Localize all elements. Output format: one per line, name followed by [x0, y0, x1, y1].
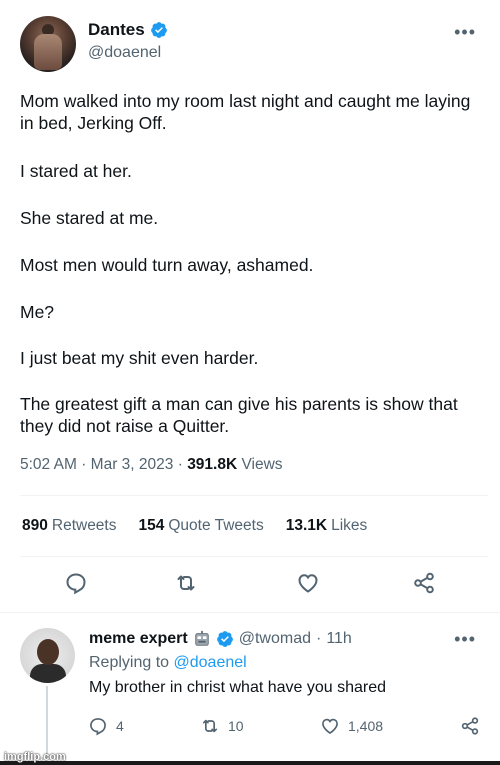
- avatar[interactable]: [20, 628, 75, 683]
- likes-stat[interactable]: 13.1K Likes: [286, 517, 368, 535]
- bottom-bar: [0, 761, 500, 765]
- like-icon[interactable]: [296, 571, 320, 595]
- likes-label: Likes: [331, 517, 368, 534]
- tweet-paragraph: I stared at her.: [20, 161, 132, 181]
- quotes-label: Quote Tweets: [168, 517, 264, 534]
- tweet-paragraph: Me?: [20, 302, 55, 322]
- reply-icon: [90, 718, 106, 736]
- reply-likes[interactable]: 1,408: [320, 716, 383, 736]
- tweet-paragraph: Most men would turn away, ashamed.: [20, 255, 314, 275]
- tweet-time[interactable]: 5:02 AM: [20, 456, 77, 473]
- author-handle[interactable]: @doaenel: [88, 44, 168, 62]
- divider: [20, 556, 488, 557]
- retweets-count: 890: [22, 517, 48, 534]
- avatar-shirt: [30, 664, 66, 683]
- retweets-label: Retweets: [51, 517, 117, 534]
- reply-text: My brother in christ what have you share…: [89, 679, 387, 696]
- meta-separator: ·: [81, 456, 87, 473]
- author-name-row[interactable]: Dantes: [88, 20, 168, 40]
- quotes-count: 154: [138, 517, 165, 534]
- author-block: Dantes @doaenel: [88, 20, 168, 62]
- robot-emoji-icon: [194, 630, 209, 646]
- meta-separator: ·: [315, 630, 322, 647]
- views-label: Views: [241, 456, 283, 473]
- tweet-paragraph: She stared at me.: [20, 208, 159, 228]
- reply-author-row: meme expert @twomad · 11h: [89, 630, 352, 648]
- tweet-actions: [0, 571, 500, 601]
- reply-actions: 4 10 1,408: [0, 713, 500, 741]
- replying-mention[interactable]: @doaenel: [174, 654, 247, 671]
- tweet-paragraph: Mom walked into my room last night and c…: [20, 91, 471, 133]
- like-icon: [322, 718, 338, 735]
- verified-badge-icon: [216, 631, 233, 647]
- retweet-icon: [202, 719, 218, 733]
- reply-replies[interactable]: 4: [88, 716, 124, 736]
- reply-share[interactable]: [460, 716, 480, 736]
- retweets-stat[interactable]: 890 Retweets: [22, 517, 117, 535]
- reply-age[interactable]: 11h: [326, 630, 352, 648]
- quotes-stat[interactable]: 154 Quote Tweets: [139, 517, 264, 535]
- tweet-stats: 890 Retweets 154 Quote Tweets 13.1K Likes: [22, 517, 367, 535]
- avatar-face: [37, 639, 59, 665]
- tweet-date[interactable]: Mar 3, 2023: [91, 456, 174, 473]
- tweet-paragraph: The greatest gift a man can give his par…: [20, 394, 458, 436]
- tweet-meta: 5:02 AM · Mar 3, 2023 · 391.8K Views: [20, 456, 283, 474]
- share-icon[interactable]: [412, 571, 436, 595]
- meta-separator: ·: [177, 456, 183, 473]
- author-display-name[interactable]: Dantes: [88, 20, 145, 40]
- views-count: 391.8K: [187, 456, 238, 473]
- watermark: imgflip.com: [4, 751, 66, 763]
- more-icon[interactable]: •••: [454, 22, 476, 43]
- likes-count: 13.1K: [285, 517, 328, 534]
- share-icon: [461, 717, 479, 735]
- reply-display-name[interactable]: meme expert: [89, 630, 188, 648]
- tweet-paragraph: I just beat my shit even harder.: [20, 348, 259, 368]
- avatar-torso: [34, 34, 62, 70]
- replies-count: 4: [116, 718, 124, 734]
- reply-retweets[interactable]: 10: [200, 716, 244, 736]
- verified-badge-icon: [150, 22, 167, 38]
- likes-count: 1,408: [348, 718, 384, 734]
- reply-icon[interactable]: [64, 571, 88, 595]
- reply-tweet[interactable]: meme expert @twomad · 11h ••• Replying t…: [0, 613, 500, 763]
- replying-to: Replying to @doaenel: [89, 654, 247, 672]
- avatar[interactable]: [20, 16, 76, 72]
- reply-handle[interactable]: @twomad: [239, 630, 311, 648]
- retweet-icon[interactable]: [174, 571, 198, 595]
- replying-prefix: Replying to: [89, 654, 170, 671]
- more-icon[interactable]: •••: [454, 629, 476, 650]
- retweets-count: 10: [228, 718, 244, 734]
- divider: [20, 495, 488, 496]
